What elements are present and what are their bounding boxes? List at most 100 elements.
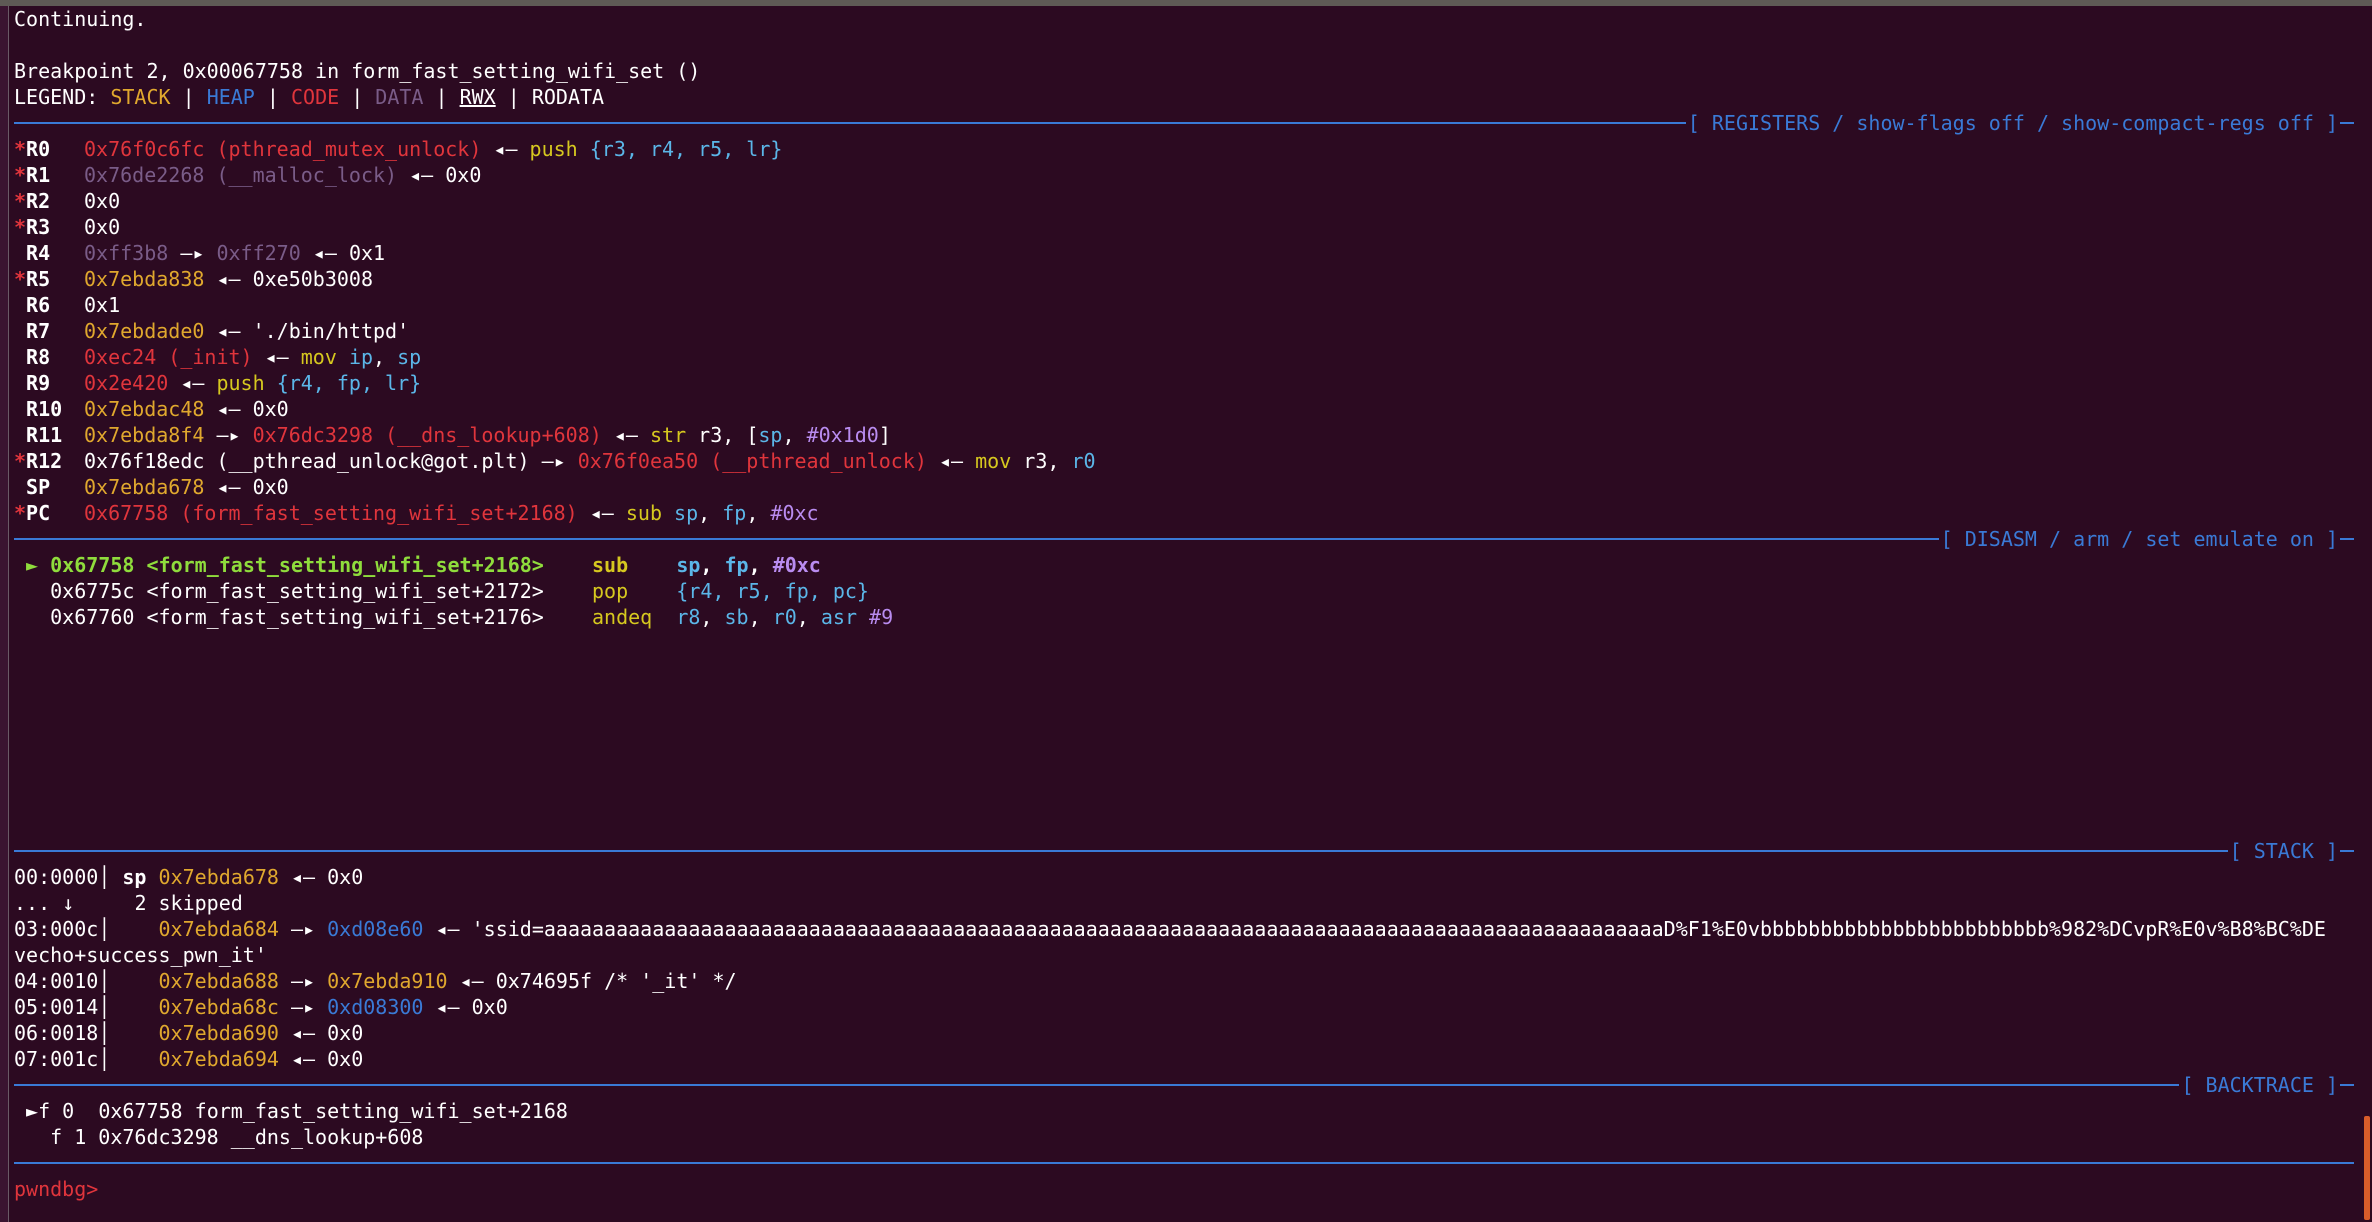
reg-operand: ip bbox=[348, 345, 374, 369]
stack-index: 03:000c bbox=[14, 917, 99, 941]
reg-name: R4 bbox=[26, 241, 51, 265]
register-pc: *PC 0x67758 (form_fast_setting_wifi_set+2… bbox=[14, 501, 819, 525]
frame-addr: 0x67758 bbox=[98, 1099, 183, 1123]
stack-header: [ STACK ] bbox=[14, 838, 2354, 864]
reg-operand: r3 bbox=[698, 423, 723, 447]
stack-skip-dots: ... bbox=[14, 891, 51, 915]
register-r9: R9 0x2e420 ◂— push {r4, fp, lr} bbox=[14, 370, 2354, 396]
stack-addr: 0x7ebda68c bbox=[158, 995, 279, 1019]
disasm-operand: fp bbox=[724, 553, 749, 577]
reg-name: R8 bbox=[26, 345, 51, 369]
stack-value: 0x0 bbox=[471, 995, 508, 1019]
reg-instruction: push bbox=[529, 137, 578, 161]
disasm-addr: 0x67760 bbox=[50, 605, 135, 629]
reg-symbol: (_init) bbox=[168, 345, 253, 369]
disasm-operand: asr bbox=[820, 605, 857, 629]
register-r1: *R1 0x76de2268 (__malloc_lock) ◂— 0x0 bbox=[14, 163, 482, 187]
left-arrow-icon: ◂— bbox=[168, 371, 217, 395]
left-arrow-icon: ◂— bbox=[204, 267, 253, 291]
left-arrow-icon: ◂— bbox=[577, 501, 626, 525]
register-r11: R11 0x7ebda8f4 —▸ 0x76dc3298 (__dns_looku… bbox=[26, 423, 891, 447]
stack-value: 0x0 bbox=[327, 865, 364, 889]
stack-title: [ STACK ] bbox=[2229, 839, 2338, 863]
terminal-scrollbar[interactable] bbox=[2364, 1116, 2370, 1220]
breakpoint-text: Breakpoint 2, 0x00067758 in form_fast_se… bbox=[14, 59, 701, 83]
continuing-line: Continuing. bbox=[14, 6, 2354, 32]
reg-instruction: mov bbox=[300, 345, 337, 369]
reg-instruction: mov bbox=[975, 449, 1012, 473]
stack-skip: ... ↓ 2 skipped bbox=[14, 890, 2354, 916]
reg-deref: 0x1 bbox=[348, 241, 386, 265]
header-rule bbox=[14, 1162, 2354, 1164]
reg-operand: sp bbox=[674, 501, 699, 525]
stack-entry: 05:0014│ 0x7ebda68c —▸ 0xd08300 ◂— 0x0 bbox=[14, 995, 508, 1019]
backtrace-title: [ BACKTRACE ] bbox=[2181, 1073, 2338, 1097]
disasm-mnemonic: pop bbox=[592, 579, 629, 603]
stack-entry: 00:0000│ sp 0x7ebda678 ◂— 0x0 bbox=[14, 865, 364, 889]
right-arrow-icon: —▸ bbox=[278, 995, 328, 1019]
disasm-operand: sb bbox=[724, 605, 749, 629]
disasm-empty-area bbox=[14, 630, 2354, 838]
disasm-addr: 0x67758 bbox=[50, 553, 135, 577]
right-arrow-icon: —▸ bbox=[204, 423, 253, 447]
reg-pointer: 0xff270 bbox=[216, 241, 301, 265]
stack-skip-text: 2 skipped bbox=[134, 891, 243, 915]
stack-entry: 07:001c│ 0x7ebda694 ◂— 0x0 bbox=[14, 1047, 364, 1071]
disasm-addr: 0x6775c bbox=[50, 579, 135, 603]
register-sp: SP 0x7ebda678 ◂— 0x0 bbox=[14, 474, 2354, 500]
stack-addr: 0x7ebda688 bbox=[158, 969, 279, 993]
left-arrow-icon: ◂— bbox=[447, 969, 496, 993]
reg-instruction: sub bbox=[625, 501, 662, 525]
frame-number: f 0 bbox=[38, 1099, 75, 1123]
bottom-rule bbox=[14, 1150, 2354, 1176]
disasm-operand: r8 bbox=[676, 605, 701, 629]
disasm-line: 0x6775c <form_fast_setting_wifi_set+2172… bbox=[14, 578, 2354, 604]
stack-index: 07:001c bbox=[14, 1047, 99, 1071]
disasm-operand: {r4, r5, fp, pc} bbox=[676, 579, 869, 603]
prompt-text[interactable]: pwndbg> bbox=[14, 1177, 98, 1201]
left-arrow-icon: ◂— bbox=[397, 163, 446, 187]
left-arrow-icon: ◂— bbox=[204, 475, 253, 499]
stack-index: 05:0014 bbox=[14, 995, 99, 1019]
stack-entry: 06:0018│ 0x7ebda690 ◂— 0x0 bbox=[14, 1021, 364, 1045]
left-arrow-icon: ◂— bbox=[278, 1021, 328, 1045]
stack-pointer: 0x7ebda910 bbox=[327, 969, 448, 993]
left-arrow-icon: ◂— bbox=[204, 397, 253, 421]
register-r10: R10 0x7ebdac48 ◂— 0x0 bbox=[14, 396, 2354, 422]
frame-addr: 0x76dc3298 bbox=[98, 1125, 219, 1149]
reg-immediate: #0x1d0 bbox=[806, 423, 879, 447]
right-arrow-icon: —▸ bbox=[278, 969, 328, 993]
reg-name: R0 bbox=[26, 137, 51, 161]
stack-reg: sp bbox=[122, 865, 147, 889]
register-r7: R7 0x7ebdade0 ◂— './bin/httpd' bbox=[14, 318, 2354, 344]
reg-operand: r0 bbox=[1071, 449, 1096, 473]
left-arrow-icon: ◂— bbox=[252, 345, 301, 369]
reg-name: PC bbox=[26, 501, 51, 525]
prompt-line[interactable]: pwndbg> bbox=[14, 1176, 2354, 1202]
disasm-title: [ DISASM / arm / set emulate on ] bbox=[1940, 527, 2338, 551]
disasm-operand: #0xc bbox=[772, 553, 821, 577]
reg-symbol: (pthread_mutex_unlock) bbox=[216, 137, 482, 161]
left-arrow-icon: ◂— bbox=[926, 449, 976, 473]
left-arrow-icon: ◂— bbox=[300, 241, 349, 265]
registers-title: [ REGISTERS / show-flags off / show-comp… bbox=[1687, 111, 2338, 135]
continuing-text: Continuing. bbox=[14, 7, 147, 31]
reg-value: 0x7ebda838 bbox=[84, 267, 205, 291]
right-arrow-icon: —▸ bbox=[278, 917, 328, 941]
reg-operands: {r3, r4, r5, lr} bbox=[589, 137, 783, 161]
reg-name: R2 bbox=[26, 189, 51, 213]
reg-symbol: (__dns_lookup+608) bbox=[385, 423, 602, 447]
reg-value: 0x76de2268 bbox=[84, 163, 205, 187]
right-arrow-icon: —▸ bbox=[168, 241, 217, 265]
reg-symbol: (__pthread_unlock@got.plt) bbox=[216, 449, 530, 473]
reg-name: R9 bbox=[26, 371, 51, 395]
legend-heap: HEAP bbox=[206, 85, 255, 109]
left-arrow-icon: ◂— bbox=[601, 423, 650, 447]
reg-operand: fp bbox=[722, 501, 747, 525]
stack-value: 0x74695f /* '_it' */ bbox=[495, 969, 737, 993]
reg-name: R6 bbox=[26, 293, 51, 317]
register-r4: R4 0xff3b8 —▸ 0xff270 ◂— 0x1 bbox=[14, 240, 2354, 266]
reg-instruction: str bbox=[649, 423, 687, 447]
backtrace-frame: ►f 0 0x67758 form_fast_setting_wifi_set+… bbox=[14, 1098, 2354, 1124]
